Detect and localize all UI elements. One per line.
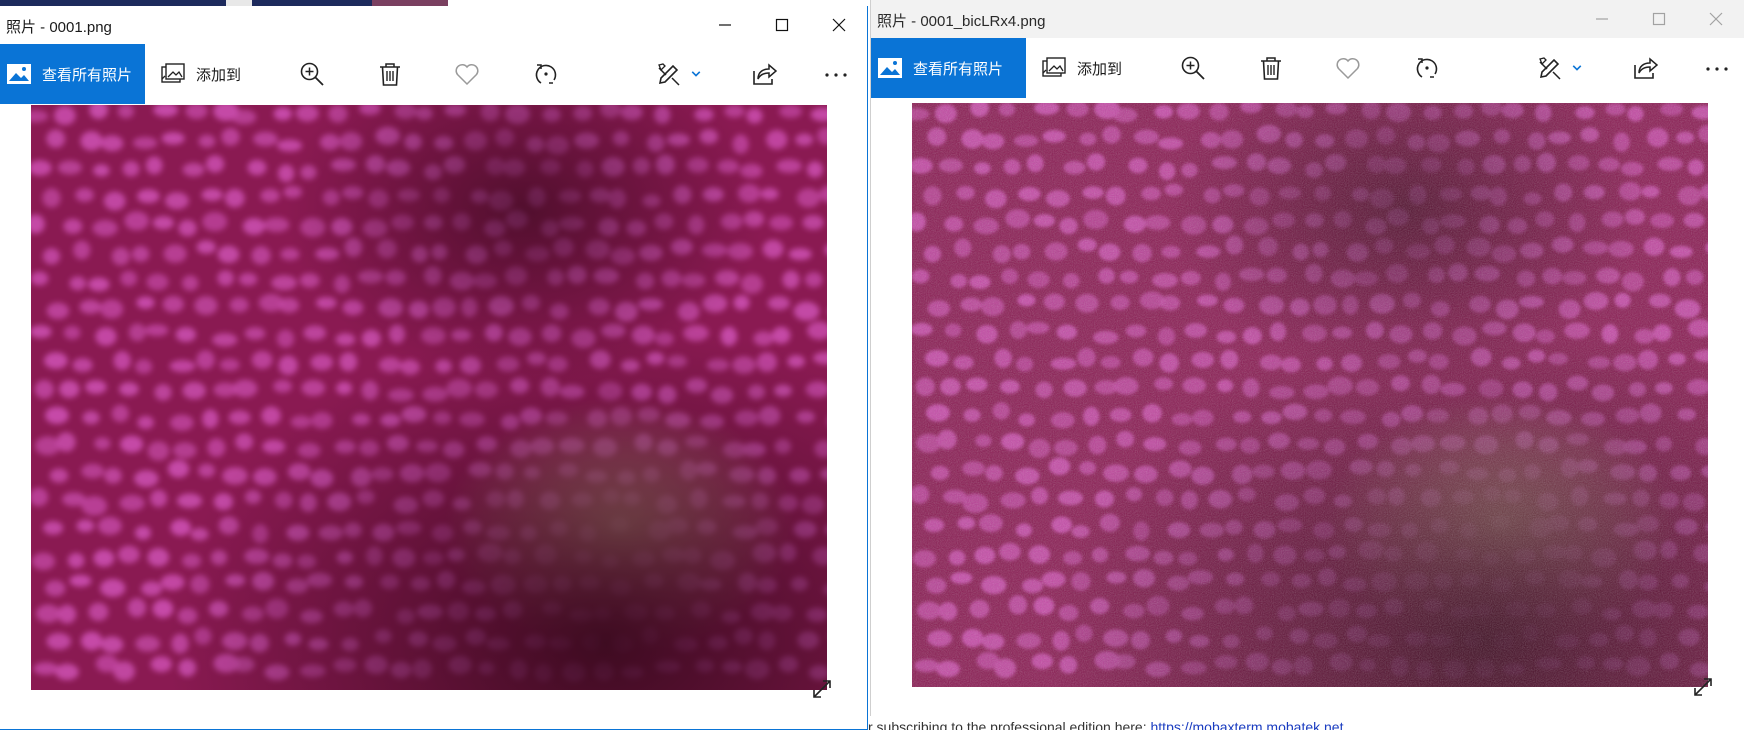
window-controls (1573, 0, 1744, 38)
expand-icon (813, 680, 831, 698)
expand-icon (1694, 678, 1712, 696)
minimize-icon (718, 24, 731, 26)
more-options-button[interactable] (1703, 38, 1731, 98)
favorite-icon (455, 63, 479, 86)
title-bar[interactable]: 照片 - 0001.png (0, 6, 867, 44)
favorite-icon (1336, 57, 1360, 80)
view-all-photos-label: 查看所有照片 (42, 65, 133, 84)
delete-icon (1261, 57, 1281, 80)
photo-image[interactable] (31, 105, 827, 690)
toolbar: 查看所有照片 添加到 (0, 44, 867, 104)
title-bar[interactable]: 照片 - 0001_bicLRx4.png (871, 0, 1744, 38)
delete-button[interactable] (1258, 38, 1284, 98)
photo-image[interactable] (912, 103, 1708, 687)
minimize-button[interactable] (1573, 0, 1630, 38)
rotate-icon (535, 64, 557, 84)
add-to-label: 添加到 (196, 65, 242, 84)
photos-icon (7, 64, 31, 84)
close-icon (832, 18, 845, 32)
rotate-button[interactable] (532, 44, 560, 104)
share-button[interactable] (1631, 38, 1659, 98)
edit-dropdown-button[interactable] (1569, 38, 1585, 98)
zoom-in-icon (300, 62, 324, 86)
minimize-icon (1595, 18, 1608, 20)
edit-button[interactable] (655, 44, 683, 104)
window-title: 照片 - 0001.png (6, 19, 112, 36)
zoom-in-button[interactable] (298, 44, 326, 104)
photos-window-right[interactable]: 照片 - 0001_bicLRx4.png 查看所有照片 添加到 (870, 0, 1744, 716)
share-icon (1634, 57, 1658, 79)
photo-texture (31, 105, 827, 690)
expand-button[interactable] (1689, 673, 1717, 701)
delete-icon (380, 63, 400, 86)
maximize-icon (1652, 12, 1665, 26)
view-all-photos-button[interactable]: 查看所有照片 (871, 38, 1026, 98)
window-controls (696, 6, 867, 44)
dropdown-chevron-icon (1572, 65, 1582, 71)
maximize-icon (775, 18, 788, 32)
zoom-in-button[interactable] (1179, 38, 1207, 98)
share-icon (753, 63, 777, 85)
edit-icon (658, 63, 680, 86)
zoom-in-icon (1181, 56, 1205, 80)
rotate-button[interactable] (1413, 38, 1441, 98)
window-title: 照片 - 0001_bicLRx4.png (877, 13, 1046, 30)
view-all-photos-label: 查看所有照片 (913, 59, 1004, 78)
edit-dropdown-button[interactable] (688, 44, 704, 104)
close-icon (1709, 12, 1722, 26)
photo-noise (912, 103, 1708, 687)
edit-button[interactable] (1536, 38, 1564, 98)
add-to-button[interactable]: 添加到 (160, 44, 241, 104)
photo-shadow (31, 105, 827, 690)
edit-icon (1539, 57, 1561, 80)
close-button[interactable] (1687, 0, 1744, 38)
background-link[interactable]: https://mobaxterm.mobatek.net (1151, 719, 1344, 730)
photos-window-left[interactable]: 照片 - 0001.png 查看所有照片 添加到 (0, 6, 868, 730)
view-all-photos-button[interactable]: 查看所有照片 (0, 44, 145, 104)
photo-texture (912, 103, 1708, 687)
add-to-icon (1042, 57, 1066, 77)
expand-button[interactable] (808, 675, 836, 703)
add-to-button[interactable]: 添加到 (1041, 38, 1122, 98)
close-button[interactable] (810, 6, 867, 44)
add-to-label: 添加到 (1077, 59, 1123, 78)
favorite-button[interactable] (453, 44, 481, 104)
delete-button[interactable] (377, 44, 403, 104)
background-terminal-text: r subscribing to the professional editio… (868, 714, 1744, 730)
rotate-icon (1416, 58, 1438, 78)
share-button[interactable] (750, 44, 778, 104)
maximize-button[interactable] (753, 6, 810, 44)
minimize-button[interactable] (696, 6, 753, 44)
desktop: r subscribing to the professional editio… (0, 0, 1744, 730)
dropdown-chevron-icon (691, 71, 701, 77)
toolbar: 查看所有照片 添加到 (871, 38, 1744, 98)
more-options-button[interactable] (822, 44, 850, 104)
add-to-icon (161, 63, 185, 83)
favorite-button[interactable] (1334, 38, 1362, 98)
photos-icon (878, 58, 902, 78)
background-text: r subscribing to the professional editio… (868, 719, 1151, 730)
more-icon (825, 73, 847, 77)
more-icon (1706, 67, 1728, 71)
maximize-button[interactable] (1630, 0, 1687, 38)
